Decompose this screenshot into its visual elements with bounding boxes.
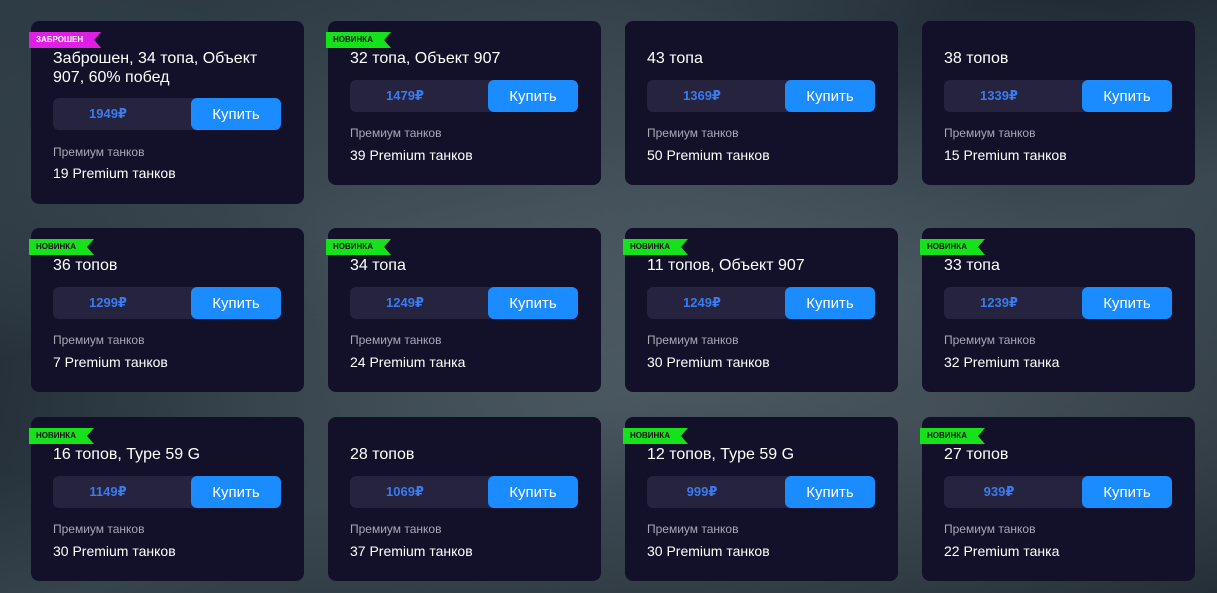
premium-label: Премиум танков	[53, 145, 145, 159]
price-row: 1299₽ Купить	[53, 287, 281, 319]
premium-label: Премиум танков	[53, 522, 145, 536]
card-title: 16 топов, Type 59 G	[53, 446, 201, 463]
product-card: новинка 11 топов, Объект 907 1249₽ Купит…	[625, 228, 898, 392]
premium-label: Премиум танков	[53, 333, 145, 347]
buy-button[interactable]: Купить	[488, 80, 578, 112]
premium-label: Премиум танков	[944, 522, 1036, 536]
card-title: 34 топа	[350, 257, 406, 274]
card-title: 38 топов	[944, 50, 1009, 67]
price-row: 1479₽ Купить	[350, 80, 578, 112]
buy-button[interactable]: Купить	[488, 476, 578, 508]
premium-count: 22 Premium танка	[944, 543, 1060, 559]
premium-count: 50 Premium танков	[647, 147, 770, 163]
premium-count: 30 Premium танков	[647, 354, 770, 370]
buy-button[interactable]: Купить	[1082, 287, 1172, 319]
card-title: 33 топа	[944, 257, 1000, 274]
price-row: 1249₽ Купить	[350, 287, 578, 319]
buy-button[interactable]: Купить	[1082, 80, 1172, 112]
price-value: 1949₽	[53, 98, 203, 130]
premium-count: 39 Premium танков	[350, 147, 473, 163]
price-value: 999₽	[647, 476, 797, 508]
premium-count: 7 Premium танков	[53, 354, 168, 370]
premium-label: Премиум танков	[647, 126, 739, 140]
buy-button[interactable]: Купить	[785, 287, 875, 319]
card-title: 28 топов	[350, 446, 415, 463]
buy-button[interactable]: Купить	[488, 287, 578, 319]
price-row: 1339₽ Купить	[944, 80, 1172, 112]
buy-button[interactable]: Купить	[191, 476, 281, 508]
price-value: 1239₽	[944, 287, 1094, 319]
premium-label: Премиум танков	[944, 333, 1036, 347]
status-badge: новинка	[29, 428, 94, 444]
premium-label: Премиум танков	[350, 522, 442, 536]
product-card: 43 топа 1369₽ Купить Премиум танков 50 P…	[625, 21, 898, 185]
price-value: 1069₽	[350, 476, 500, 508]
card-title: 36 топов	[53, 257, 118, 274]
product-card: заброшен Заброшен, 34 топа, Объект 907, …	[31, 21, 304, 204]
price-row: 939₽ Купить	[944, 476, 1172, 508]
buy-button[interactable]: Купить	[1082, 476, 1172, 508]
card-title: 32 топа, Объект 907	[350, 50, 501, 67]
premium-count: 37 Premium танков	[350, 543, 473, 559]
price-value: 939₽	[944, 476, 1094, 508]
premium-label: Премиум танков	[647, 333, 739, 347]
buy-button[interactable]: Купить	[785, 476, 875, 508]
premium-count: 24 Premium танка	[350, 354, 466, 370]
price-row: 1949₽ Купить	[53, 98, 281, 130]
buy-button[interactable]: Купить	[191, 287, 281, 319]
price-row: 1249₽ Купить	[647, 287, 875, 319]
status-badge: новинка	[326, 32, 391, 48]
card-title: 27 топов	[944, 446, 1009, 463]
product-card: 38 топов 1339₽ Купить Премиум танков 15 …	[922, 21, 1195, 185]
status-badge: заброшен	[29, 32, 101, 48]
buy-button[interactable]: Купить	[191, 98, 281, 130]
card-title: Заброшен, 34 топа, Объект 907, 60% побед	[53, 50, 258, 86]
status-badge: новинка	[326, 239, 391, 255]
premium-count: 32 Premium танка	[944, 354, 1060, 370]
product-card: новинка 12 топов, Type 59 G 999₽ Купить …	[625, 417, 898, 581]
product-card: новинка 32 топа, Объект 907 1479₽ Купить…	[328, 21, 601, 185]
product-card: новинка 34 топа 1249₽ Купить Премиум тан…	[328, 228, 601, 392]
status-badge: новинка	[623, 239, 688, 255]
status-badge: новинка	[920, 428, 985, 444]
status-badge: новинка	[29, 239, 94, 255]
product-card: 28 топов 1069₽ Купить Премиум танков 37 …	[328, 417, 601, 581]
price-row: 1239₽ Купить	[944, 287, 1172, 319]
premium-count: 30 Premium танков	[647, 543, 770, 559]
price-row: 1069₽ Купить	[350, 476, 578, 508]
premium-label: Премиум танков	[944, 126, 1036, 140]
premium-count: 30 Premium танков	[53, 543, 176, 559]
product-card: новинка 16 топов, Type 59 G 1149₽ Купить…	[31, 417, 304, 581]
buy-button[interactable]: Купить	[785, 80, 875, 112]
card-title: 43 топа	[647, 50, 703, 67]
status-badge: новинка	[920, 239, 985, 255]
price-value: 1249₽	[647, 287, 797, 319]
price-value: 1299₽	[53, 287, 203, 319]
price-value: 1339₽	[944, 80, 1094, 112]
price-value: 1149₽	[53, 476, 203, 508]
price-row: 1149₽ Купить	[53, 476, 281, 508]
price-value: 1479₽	[350, 80, 500, 112]
card-title: 11 топов, Объект 907	[647, 257, 805, 274]
premium-label: Премиум танков	[350, 126, 442, 140]
status-badge: новинка	[623, 428, 688, 444]
price-row: 1369₽ Купить	[647, 80, 875, 112]
price-value: 1369₽	[647, 80, 797, 112]
product-card: новинка 27 топов 939₽ Купить Премиум тан…	[922, 417, 1195, 581]
price-row: 999₽ Купить	[647, 476, 875, 508]
price-value: 1249₽	[350, 287, 500, 319]
product-grid: заброшен Заброшен, 34 топа, Объект 907, …	[0, 0, 1217, 593]
premium-label: Премиум танков	[647, 522, 739, 536]
product-card: новинка 33 топа 1239₽ Купить Премиум тан…	[922, 228, 1195, 392]
card-title: 12 топов, Type 59 G	[647, 446, 795, 463]
premium-count: 15 Premium танков	[944, 147, 1067, 163]
premium-label: Премиум танков	[350, 333, 442, 347]
product-card: новинка 36 топов 1299₽ Купить Премиум та…	[31, 228, 304, 392]
premium-count: 19 Premium танков	[53, 165, 176, 181]
